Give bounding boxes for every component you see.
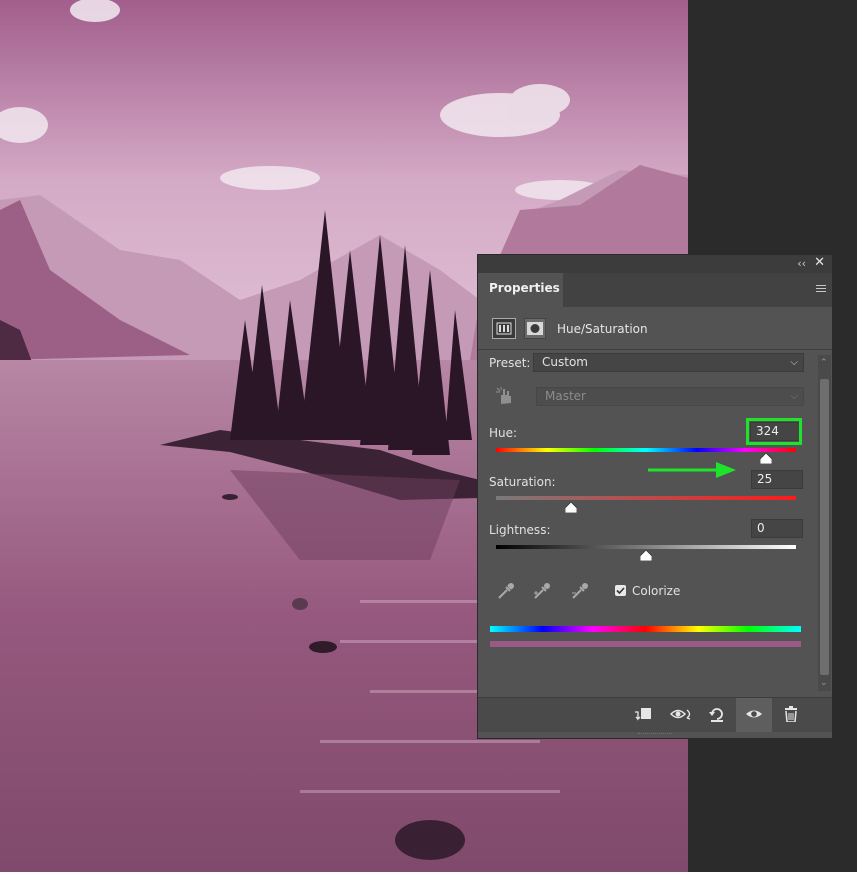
eyedropper-icon[interactable] xyxy=(496,581,516,601)
panel-titlebar[interactable]: ‹‹ ✕ xyxy=(478,255,832,273)
tab-properties[interactable]: Properties xyxy=(478,273,563,307)
clip-to-layer-icon[interactable] xyxy=(634,706,652,722)
lightness-input[interactable]: 0 xyxy=(751,519,803,538)
hue-slider-thumb[interactable] xyxy=(760,453,772,464)
adjustment-title: Hue/Saturation xyxy=(557,322,648,336)
lightness-slider-thumb[interactable] xyxy=(640,550,652,561)
saturation-label: Saturation: xyxy=(489,475,556,489)
channel-value: Master xyxy=(545,389,586,403)
preset-dropdown[interactable]: Custom ⌵ xyxy=(533,353,804,372)
divider xyxy=(478,349,832,350)
scrollbar-thumb[interactable] xyxy=(820,379,829,675)
input-color-bar xyxy=(490,626,801,632)
mask-icon[interactable] xyxy=(524,318,546,339)
eyedropper-minus-icon[interactable] xyxy=(570,581,590,601)
reset-icon[interactable] xyxy=(708,706,726,722)
tab-row: Properties xyxy=(478,273,832,307)
chevron-down-icon: ⌵ xyxy=(790,357,798,368)
highlight-box xyxy=(746,418,802,445)
eyedropper-plus-icon[interactable] xyxy=(532,581,552,601)
close-icon[interactable]: ✕ xyxy=(814,255,825,270)
checkmark-icon xyxy=(616,587,625,595)
scroll-down-icon[interactable]: ⌄ xyxy=(820,678,828,688)
channel-dropdown: Master ⌵ xyxy=(536,387,804,406)
visibility-eye-icon[interactable] xyxy=(745,706,763,722)
properties-panel: ‹‹ ✕ Properties Hue/Saturation Preset: C… xyxy=(477,254,833,739)
preset-label: Preset: xyxy=(489,356,531,370)
chevron-down-icon: ⌵ xyxy=(790,391,798,402)
double-chevron-left-icon[interactable]: ‹‹ xyxy=(797,257,806,270)
hue-slider-track[interactable] xyxy=(496,448,796,452)
scroll-up-icon[interactable]: ⌃ xyxy=(820,358,828,368)
saturation-input[interactable]: 25 xyxy=(751,470,803,489)
resize-grip[interactable] xyxy=(638,733,672,737)
hue-saturation-icon[interactable] xyxy=(492,318,516,339)
saturation-slider-thumb[interactable] xyxy=(565,502,577,513)
colorize-checkbox[interactable] xyxy=(615,585,626,596)
hue-label: Hue: xyxy=(489,426,518,440)
panel-menu-icon[interactable] xyxy=(816,285,826,293)
lightness-slider-track[interactable] xyxy=(496,545,796,549)
colorize-label: Colorize xyxy=(632,584,681,598)
trash-icon[interactable] xyxy=(782,706,800,722)
output-color-bar xyxy=(490,641,801,647)
targeted-adjustment-hand-icon[interactable] xyxy=(494,385,516,407)
bottom-toolbar xyxy=(478,697,832,732)
lightness-label: Lightness: xyxy=(489,523,551,537)
preset-value: Custom xyxy=(542,355,588,369)
saturation-slider-track[interactable] xyxy=(496,496,796,500)
view-previous-state-icon[interactable] xyxy=(670,706,694,722)
arrow-annotation xyxy=(648,462,736,478)
